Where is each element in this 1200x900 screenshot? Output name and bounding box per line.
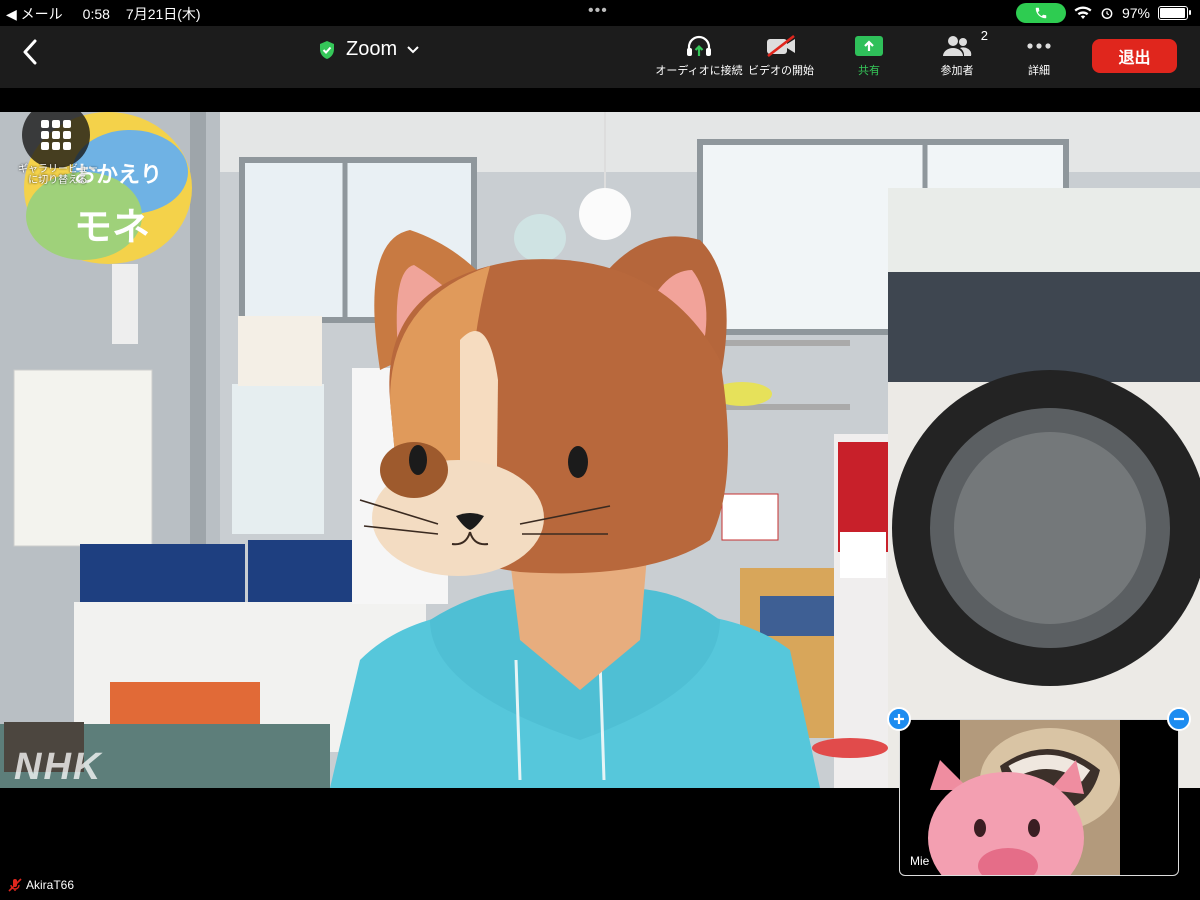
back-to-app-link[interactable]: ◀ メール [6, 4, 63, 24]
video-off-icon [767, 35, 795, 57]
participants-count: 2 [980, 28, 988, 43]
shield-check-icon [320, 40, 334, 59]
expand-self-view-button[interactable] [887, 707, 911, 731]
more-dots-icon [1027, 43, 1051, 49]
wifi-icon [1074, 6, 1092, 19]
self-view-name: Mie [910, 854, 930, 868]
leave-button[interactable]: 退出 [1092, 39, 1177, 73]
status-bar: ◀ メール 0:58 7月21日(木) ••• 97% [0, 0, 1200, 26]
join-audio-label: オーディオに接続 [655, 65, 743, 77]
plus-icon [894, 714, 904, 724]
mic-muted-icon [8, 878, 22, 892]
self-view-tile[interactable]: Mie [899, 719, 1179, 876]
headphones-upload-icon [687, 35, 711, 56]
broadcaster-watermark: NHK [14, 746, 103, 788]
phone-icon [1035, 7, 1047, 19]
self-video [928, 720, 1120, 875]
start-video-button[interactable]: ビデオの開始 [736, 34, 826, 78]
chevron-left-icon [23, 39, 37, 65]
participants-label: 参加者 [940, 65, 974, 77]
start-video-label: ビデオの開始 [748, 65, 814, 77]
participants-icon [943, 36, 972, 56]
battery-percent: 97% [1121, 5, 1150, 21]
active-speaker-label: AkiraT66 [8, 878, 74, 892]
more-label: 詳細 [1028, 65, 1050, 77]
active-speaker-name: AkiraT66 [26, 878, 75, 892]
grid-icon [41, 120, 71, 150]
cat-avatar [330, 230, 820, 788]
active-call-pill[interactable] [1015, 3, 1066, 23]
share-screen-icon [855, 36, 883, 56]
back-button[interactable] [16, 36, 44, 68]
status-time: 0:58 [82, 6, 110, 22]
chevron-down-icon [407, 45, 419, 53]
meeting-title-dropdown[interactable]: Zoom [318, 38, 419, 61]
meeting-toolbar: Zoom オーディオに接続 ビデオの開始 共有 2 参加者 詳細 退出 [0, 26, 1200, 88]
participants-button[interactable]: 2 参加者 [912, 28, 1002, 78]
minimize-self-view-button[interactable] [1167, 707, 1191, 731]
minus-icon [1174, 717, 1184, 721]
more-button[interactable]: 詳細 [994, 34, 1084, 78]
logo-text-line2: モネ [74, 205, 150, 249]
multitasking-dots-icon[interactable]: ••• [588, 2, 608, 20]
status-date: 7月21日(木) [125, 6, 201, 22]
share-button[interactable]: 共有 [824, 34, 914, 78]
battery-icon [1158, 6, 1191, 20]
main-video[interactable]: おかえり モネ ギャラリービュー に切り替える NHK [0, 112, 1200, 788]
join-audio-button[interactable]: オーディオに接続 [654, 34, 744, 78]
alarm-icon [1101, 8, 1113, 19]
gallery-view-label: ギャラリービュー に切り替える [18, 164, 98, 186]
share-label: 共有 [858, 65, 880, 77]
meeting-title: Zoom [346, 38, 398, 60]
